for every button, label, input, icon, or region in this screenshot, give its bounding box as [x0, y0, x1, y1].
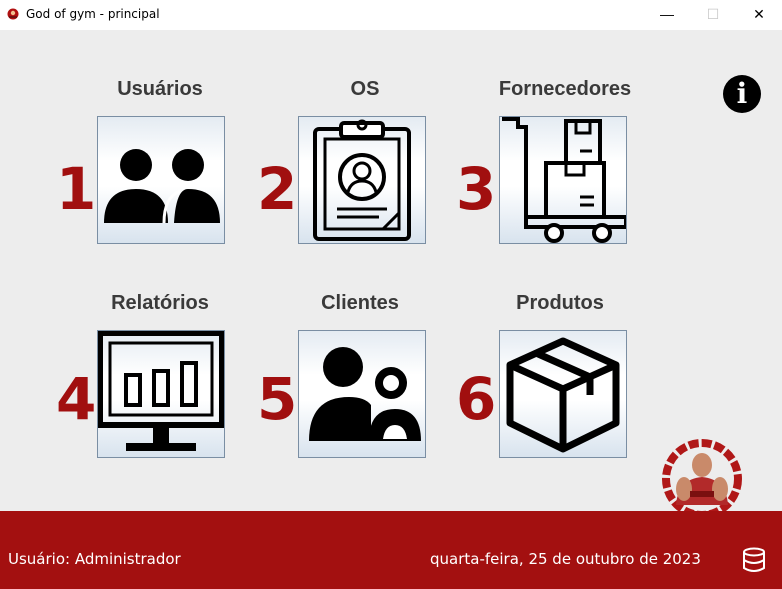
label-fornecedores: Fornecedores: [498, 78, 632, 100]
users-icon: [104, 149, 220, 224]
label-produtos: Produtos: [516, 292, 604, 314]
clientes-button[interactable]: [298, 330, 426, 458]
number-6: 6: [456, 365, 497, 433]
usuarios-button[interactable]: [97, 116, 225, 244]
label-os: OS: [350, 78, 380, 100]
produtos-button[interactable]: [499, 330, 627, 458]
os-button[interactable]: [298, 116, 426, 244]
package-box-icon: [506, 337, 620, 453]
clipboard-profile-icon: [313, 119, 411, 241]
logged-user-label: Usuário: Administrador: [8, 550, 181, 568]
number-1: 1: [56, 155, 97, 223]
label-relatorios: Relatórios: [111, 292, 209, 314]
number-3: 3: [456, 155, 497, 223]
status-bar: Usuário: Administrador quarta-feira, 25 …: [0, 511, 782, 589]
database-icon[interactable]: [741, 547, 767, 573]
label-clientes: Clientes: [321, 292, 399, 314]
close-button[interactable]: ✕: [736, 0, 782, 30]
info-button[interactable]: i: [723, 75, 761, 113]
number-2: 2: [257, 155, 298, 223]
number-4: 4: [56, 365, 97, 433]
current-date-label: quarta-feira, 25 de outubro de 2023: [430, 550, 701, 568]
number-5: 5: [257, 365, 298, 433]
fornecedores-button[interactable]: [499, 116, 627, 244]
title-bar: God of gym - principal — ☐ ✕: [0, 0, 782, 30]
clients-icon: [309, 347, 421, 441]
label-usuarios: Usuários: [117, 78, 203, 100]
maximize-button[interactable]: ☐: [690, 0, 736, 30]
hand-truck-boxes-icon: [502, 117, 626, 243]
minimize-button[interactable]: —: [644, 0, 690, 30]
main-panel: Usuários OS Fornecedores 1 2 3 Relatório…: [0, 30, 782, 519]
app-logo-icon: [7, 8, 19, 20]
monitor-chart-icon: [98, 331, 224, 451]
gym-logo-icon: [662, 439, 742, 519]
relatorios-button[interactable]: [97, 330, 225, 458]
window-title: God of gym - principal: [26, 7, 160, 21]
